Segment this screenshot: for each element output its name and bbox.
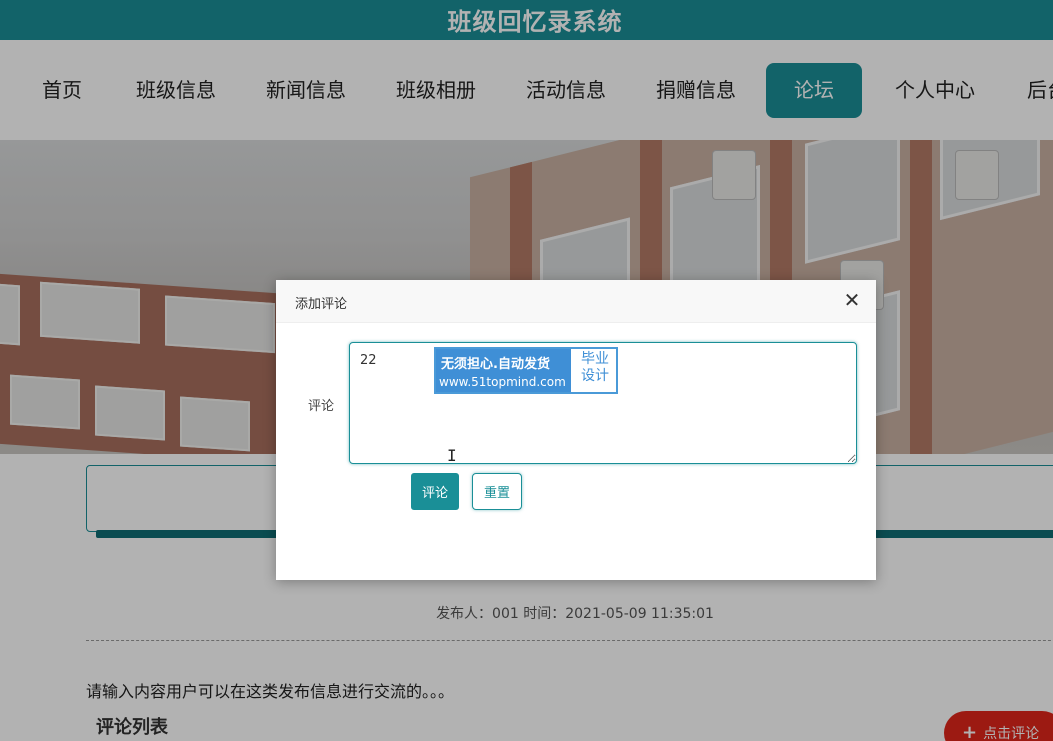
dialog-title: 添加评论 <box>295 297 348 312</box>
text-cursor-icon: I <box>447 446 457 465</box>
submit-comment-button[interactable]: 评论 <box>411 473 459 510</box>
reset-button[interactable]: 重置 <box>472 473 522 510</box>
watermark-line1: 无须担心.自动发货 <box>441 357 550 372</box>
add-comment-dialog: 添加评论 ✕ 评论 22 评论 重置 <box>276 280 876 580</box>
comment-field-label: 评论 <box>308 399 335 414</box>
dialog-header: 添加评论 ✕ <box>276 280 876 323</box>
watermark-side: 毕业设计 <box>581 351 609 384</box>
watermark-line2: www.51topmind.com <box>439 375 566 389</box>
watermark-logo: 无须担心.自动发货 www.51topmind.com 毕业设计 <box>434 347 618 394</box>
close-icon[interactable]: ✕ <box>842 290 862 310</box>
